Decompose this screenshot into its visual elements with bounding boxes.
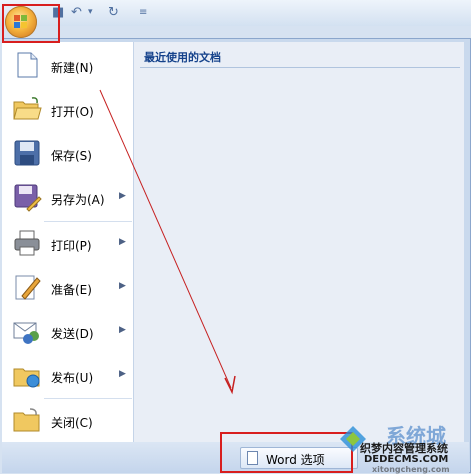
- annotation-arrow: [99, 89, 236, 395]
